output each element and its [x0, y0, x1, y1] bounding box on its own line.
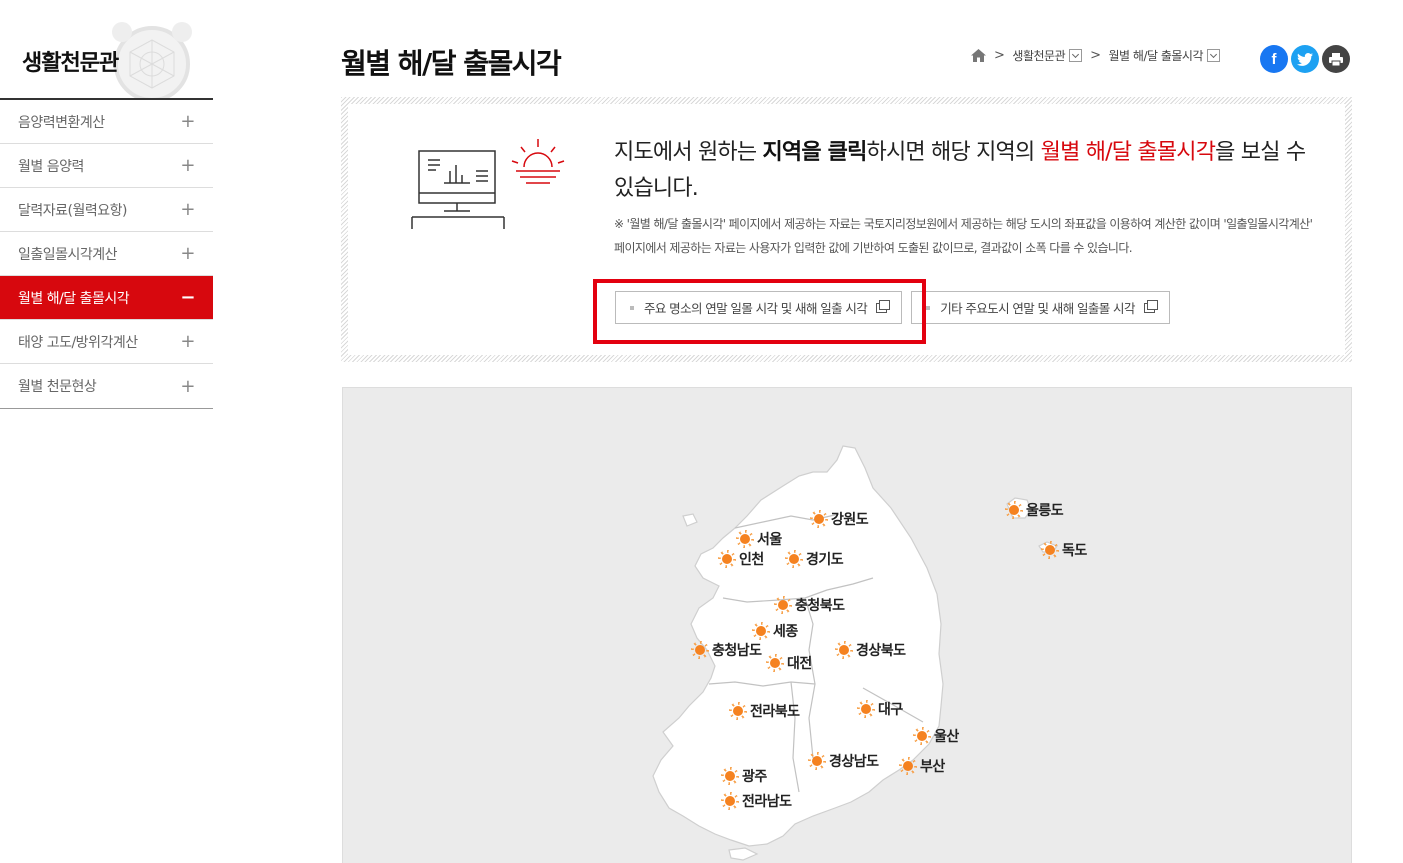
sidebar-title[interactable]: 생활천문관: [22, 45, 119, 77]
share-buttons: f t ⎙: [1260, 45, 1350, 73]
breadcrumb: > 생활천문관 > 월별 해/달 출몰시각: [971, 47, 1221, 64]
breadcrumb-item-section[interactable]: 생활천문관: [1012, 47, 1065, 64]
sidebar-item-solar-altitude[interactable]: 태양 고도/방위각계산 +: [0, 320, 213, 364]
sun-icon: [721, 767, 739, 785]
sidebar-item-lunar-conversion[interactable]: 음양력변환계산 +: [0, 100, 213, 144]
print-icon[interactable]: ⎙: [1322, 45, 1350, 73]
city-daejeon[interactable]: 대전: [766, 653, 812, 673]
city-gyeonggi[interactable]: 경기도: [785, 549, 844, 569]
sidebar-menu: 음양력변환계산 + 월별 음양력 + 달력자료(월력요항) + 일출일몰시각계산 + 월…: [0, 98, 213, 409]
new-window-icon: [1143, 299, 1158, 313]
expand-icon[interactable]: +: [180, 376, 195, 397]
city-ulsan[interactable]: 울산: [913, 726, 959, 746]
page-title: 월별 해/달 출몰시각: [341, 47, 562, 80]
expand-icon[interactable]: +: [180, 243, 195, 264]
sun-icon: [729, 702, 747, 720]
city-daegu[interactable]: 대구: [857, 699, 903, 719]
sidebar: 생활천문관 음양력변환계산 + 월별 음양력 + 달력자료(월력요항) + 일출일몰시…: [0, 0, 213, 409]
expand-icon[interactable]: +: [180, 155, 195, 176]
sidebar-item-monthly-sun-moon[interactable]: 월별 해/달 출몰시각 −: [0, 276, 213, 320]
sidebar-item-label: 월별 음양력: [18, 158, 84, 175]
city-chungnam[interactable]: 충청남도: [691, 640, 762, 660]
sun-icon: [810, 510, 828, 528]
city-sejong[interactable]: 세종: [752, 621, 798, 641]
info-box: 지도에서 원하는 지역을 클릭하시면 해당 지역의 월별 해/달 출몰시각을 보…: [341, 97, 1352, 362]
korea-map-shape: [652, 445, 1058, 861]
sun-icon: [1005, 501, 1023, 519]
new-window-icon: [876, 299, 891, 313]
expand-icon[interactable]: +: [180, 199, 195, 220]
city-gwangju[interactable]: 광주: [721, 766, 767, 786]
collapse-icon[interactable]: −: [180, 287, 195, 308]
sun-icon: [766, 654, 784, 672]
sun-icon: [857, 700, 875, 718]
sidebar-item-label: 월별 천문현상: [18, 379, 97, 395]
sun-icon: [1041, 541, 1059, 559]
sidebar-item-calendar-data[interactable]: 달력자료(월력요항) +: [0, 188, 213, 232]
link-buttons: 주요 명소의 연말 일몰 시각 및 새해 일출 시각 기타 주요도시 연말 및 …: [615, 291, 1170, 324]
other-cities-sunrise-button[interactable]: 기타 주요도시 연말 및 새해 일출몰 시각: [911, 291, 1170, 324]
city-busan[interactable]: 부산: [899, 756, 945, 776]
sidebar-brand: 생활천문관: [0, 0, 213, 98]
breadcrumb-separator: >: [1090, 48, 1101, 63]
city-seoul[interactable]: 서울: [736, 529, 782, 549]
chevron-down-icon[interactable]: [1069, 49, 1083, 62]
sun-icon: [774, 596, 792, 614]
sun-icon: [718, 550, 736, 568]
sidebar-item-label: 월별 해/달 출몰시각: [18, 290, 130, 307]
sun-icon: [721, 792, 739, 810]
sun-icon: [752, 622, 770, 640]
printer-icon: [1329, 52, 1343, 66]
sidebar-item-monthly-calendar[interactable]: 월별 음양력 +: [0, 144, 213, 188]
landmark-sunset-sunrise-button[interactable]: 주요 명소의 연말 일몰 시각 및 새해 일출 시각: [615, 291, 903, 324]
facebook-icon[interactable]: f: [1260, 45, 1288, 73]
city-jeonnam[interactable]: 전라남도: [721, 791, 792, 811]
city-jeonbuk[interactable]: 전라북도: [729, 701, 800, 721]
computer-sunrise-icon: [411, 139, 565, 229]
city-gangwon[interactable]: 강원도: [810, 509, 869, 529]
city-dokdo[interactable]: 독도: [1041, 540, 1087, 560]
sun-icon: [736, 530, 754, 548]
breadcrumb-separator: >: [994, 48, 1005, 63]
sidebar-item-astro-events[interactable]: 월별 천문현상 +: [0, 364, 213, 408]
korea-map: 강원도 서울 인천 경기도 충청북도 세종 충청남도 대전 경상북도 대구 전라…: [342, 387, 1352, 863]
sidebar-item-label: 달력자료(월력요항): [18, 202, 127, 219]
city-chungbuk[interactable]: 충청북도: [774, 595, 845, 615]
sidebar-item-label: 태양 고도/방위각계산: [18, 334, 138, 351]
info-note: ※ '월별 해/달 출몰시각' 페이지에서 제공하는 자료는 국토지리정보원에서…: [614, 217, 1313, 255]
sidebar-item-sunrise-calc[interactable]: 일출일몰시각계산 +: [0, 232, 213, 276]
sidebar-item-label: 일출일몰시각계산: [18, 246, 118, 263]
sun-icon: [899, 757, 917, 775]
sun-icon: [691, 641, 709, 659]
bullet-icon: [926, 305, 931, 310]
city-ulleungdo[interactable]: 울릉도: [1005, 500, 1064, 520]
sun-icon: [808, 752, 826, 770]
city-gyeongbuk[interactable]: 경상북도: [835, 640, 906, 660]
sun-icon: [913, 727, 931, 745]
sun-icon: [785, 550, 803, 568]
sidebar-item-label: 음양력변환계산: [18, 114, 105, 131]
city-gyeongnam[interactable]: 경상남도: [808, 751, 879, 771]
chevron-down-icon[interactable]: [1207, 49, 1221, 62]
home-icon[interactable]: [971, 49, 986, 62]
sun-icon: [835, 641, 853, 659]
expand-icon[interactable]: +: [180, 331, 195, 352]
twitter-bird-icon: [1297, 52, 1313, 66]
breadcrumb-item-page[interactable]: 월별 해/달 출몰시각: [1109, 47, 1204, 64]
city-incheon[interactable]: 인천: [718, 549, 764, 569]
bullet-icon: [630, 305, 634, 310]
expand-icon[interactable]: +: [180, 111, 195, 132]
twitter-icon[interactable]: t: [1291, 45, 1319, 73]
info-lead-text: 지도에서 원하는 지역을 클릭하시면 해당 지역의 월별 해/달 출몰시각을 보…: [614, 140, 1306, 201]
